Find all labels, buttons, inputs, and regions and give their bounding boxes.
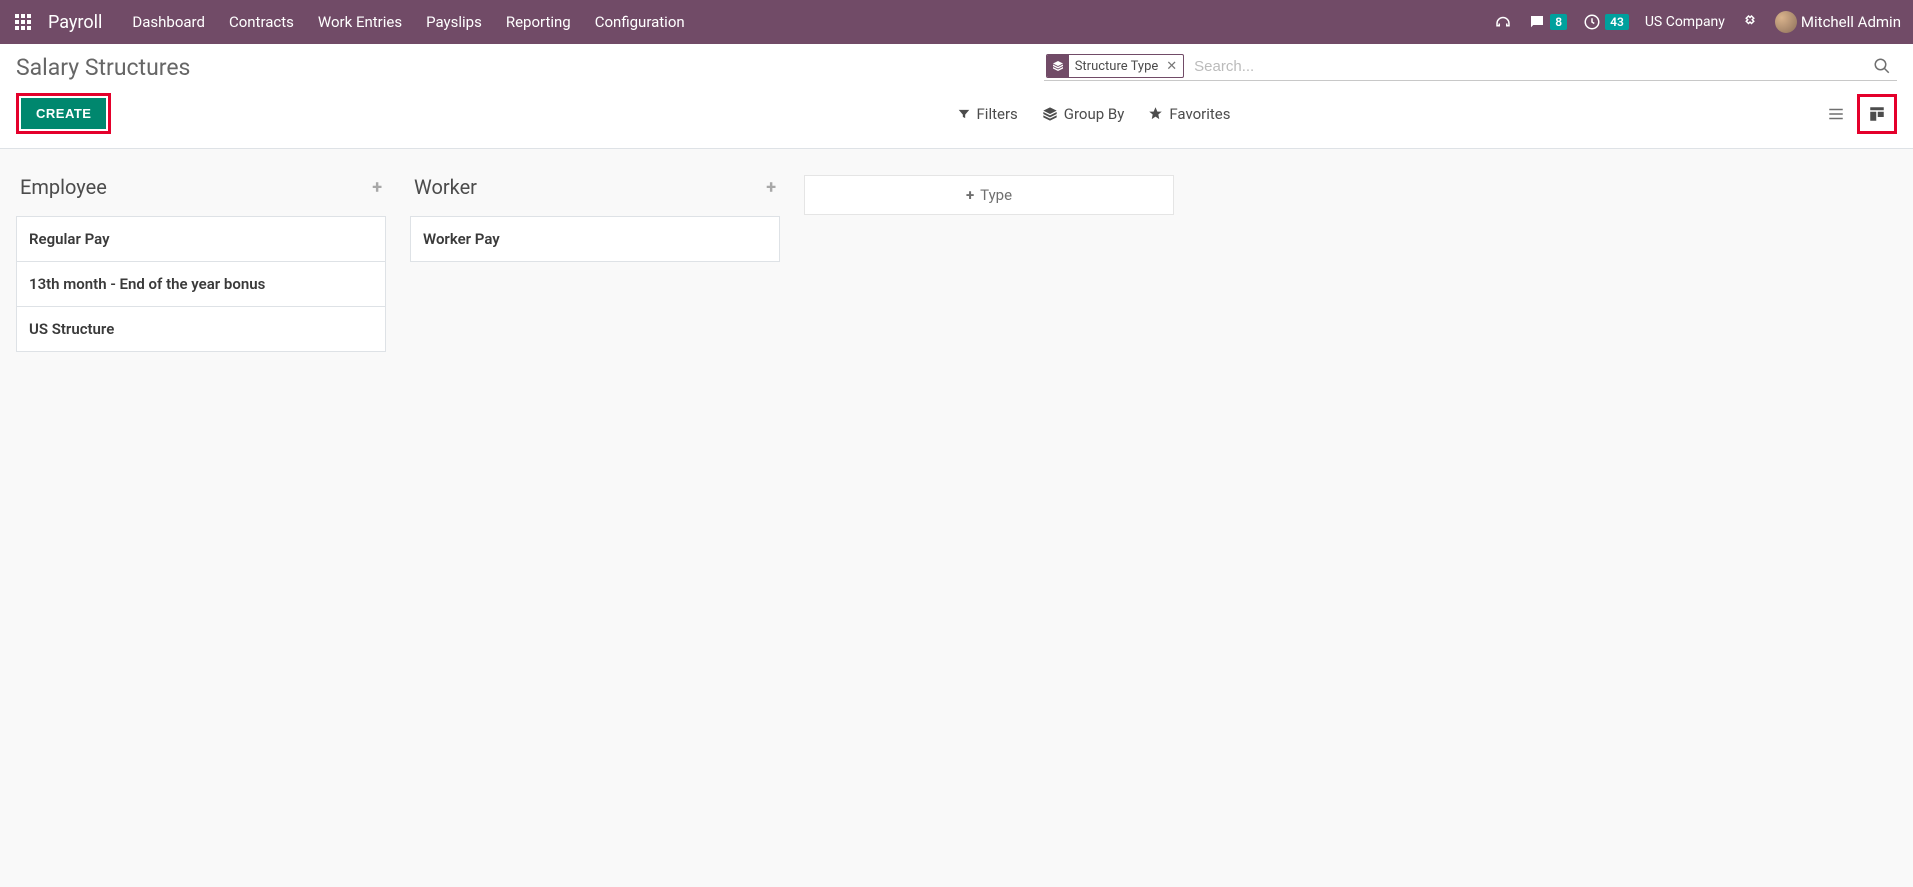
facet-remove-icon[interactable]: ✕	[1164, 59, 1183, 74]
column-add-icon[interactable]: +	[766, 177, 776, 198]
filters-label: Filters	[977, 105, 1018, 123]
add-column-button[interactable]: + Type	[804, 175, 1174, 215]
plus-icon: +	[966, 186, 974, 204]
search-bar: Structure Type ✕	[1044, 54, 1897, 81]
company-switcher[interactable]: US Company	[1645, 14, 1725, 30]
kanban-view-button[interactable]	[1862, 99, 1892, 129]
page-title: Salary Structures	[16, 54, 190, 81]
list-view-button[interactable]	[1821, 99, 1851, 129]
kanban-card[interactable]: 13th month - End of the year bonus	[16, 261, 386, 307]
kanban-column: Worker + Worker Pay	[410, 169, 780, 262]
search-options: Filters Group By Favorites	[957, 105, 1231, 123]
filters-button[interactable]: Filters	[957, 105, 1018, 123]
card-title: 13th month - End of the year bonus	[29, 275, 373, 293]
card-title: Worker Pay	[423, 230, 767, 248]
kanban-board: Employee + Regular Pay 13th month - End …	[0, 149, 1913, 372]
kanban-card[interactable]: Regular Pay	[16, 216, 386, 262]
menu-contracts[interactable]: Contracts	[229, 13, 294, 31]
favorites-button[interactable]: Favorites	[1148, 105, 1230, 123]
support-icon[interactable]	[1494, 13, 1512, 31]
menu-dashboard[interactable]: Dashboard	[132, 13, 205, 31]
systray: 8 43 US Company Mitchell Admin	[1494, 11, 1901, 33]
search-facet: Structure Type ✕	[1046, 54, 1184, 78]
menu-work-entries[interactable]: Work Entries	[318, 13, 402, 31]
groupby-label: Group By	[1064, 105, 1125, 123]
user-name: Mitchell Admin	[1801, 13, 1901, 31]
messages-badge: 8	[1550, 14, 1567, 30]
app-brand[interactable]: Payroll	[48, 12, 102, 33]
kanban-card[interactable]: Worker Pay	[410, 216, 780, 262]
control-panel: Salary Structures Structure Type ✕	[0, 44, 1913, 149]
menu-payslips[interactable]: Payslips	[426, 13, 482, 31]
avatar	[1775, 11, 1797, 33]
card-title: Regular Pay	[29, 230, 373, 248]
facet-label: Structure Type	[1069, 59, 1165, 74]
messages-button[interactable]: 8	[1528, 13, 1567, 31]
company-name: US Company	[1645, 14, 1725, 30]
search-input[interactable]	[1190, 55, 1863, 78]
kanban-card[interactable]: US Structure	[16, 306, 386, 352]
menu-configuration[interactable]: Configuration	[595, 13, 685, 31]
favorites-label: Favorites	[1169, 105, 1230, 123]
add-column-label: Type	[980, 186, 1012, 204]
apps-icon[interactable]	[12, 11, 34, 33]
activities-button[interactable]: 43	[1583, 13, 1629, 31]
user-menu[interactable]: Mitchell Admin	[1775, 11, 1901, 33]
column-title[interactable]: Worker	[414, 175, 477, 199]
search-icon[interactable]	[1869, 55, 1895, 77]
layers-icon	[1047, 55, 1069, 77]
card-title: US Structure	[29, 320, 373, 338]
kanban-column: Employee + Regular Pay 13th month - End …	[16, 169, 386, 352]
kanban-highlight	[1857, 94, 1897, 134]
create-button[interactable]: CREATE	[21, 98, 106, 129]
view-switcher	[1821, 94, 1897, 134]
debug-icon[interactable]	[1741, 13, 1759, 31]
create-highlight: CREATE	[16, 93, 111, 134]
top-navbar: Payroll Dashboard Contracts Work Entries…	[0, 0, 1913, 44]
column-title[interactable]: Employee	[20, 175, 107, 199]
menu-reporting[interactable]: Reporting	[506, 13, 571, 31]
groupby-button[interactable]: Group By	[1042, 105, 1125, 123]
main-menu: Dashboard Contracts Work Entries Payslip…	[132, 13, 684, 31]
column-add-icon[interactable]: +	[372, 177, 382, 198]
activities-badge: 43	[1605, 14, 1629, 30]
